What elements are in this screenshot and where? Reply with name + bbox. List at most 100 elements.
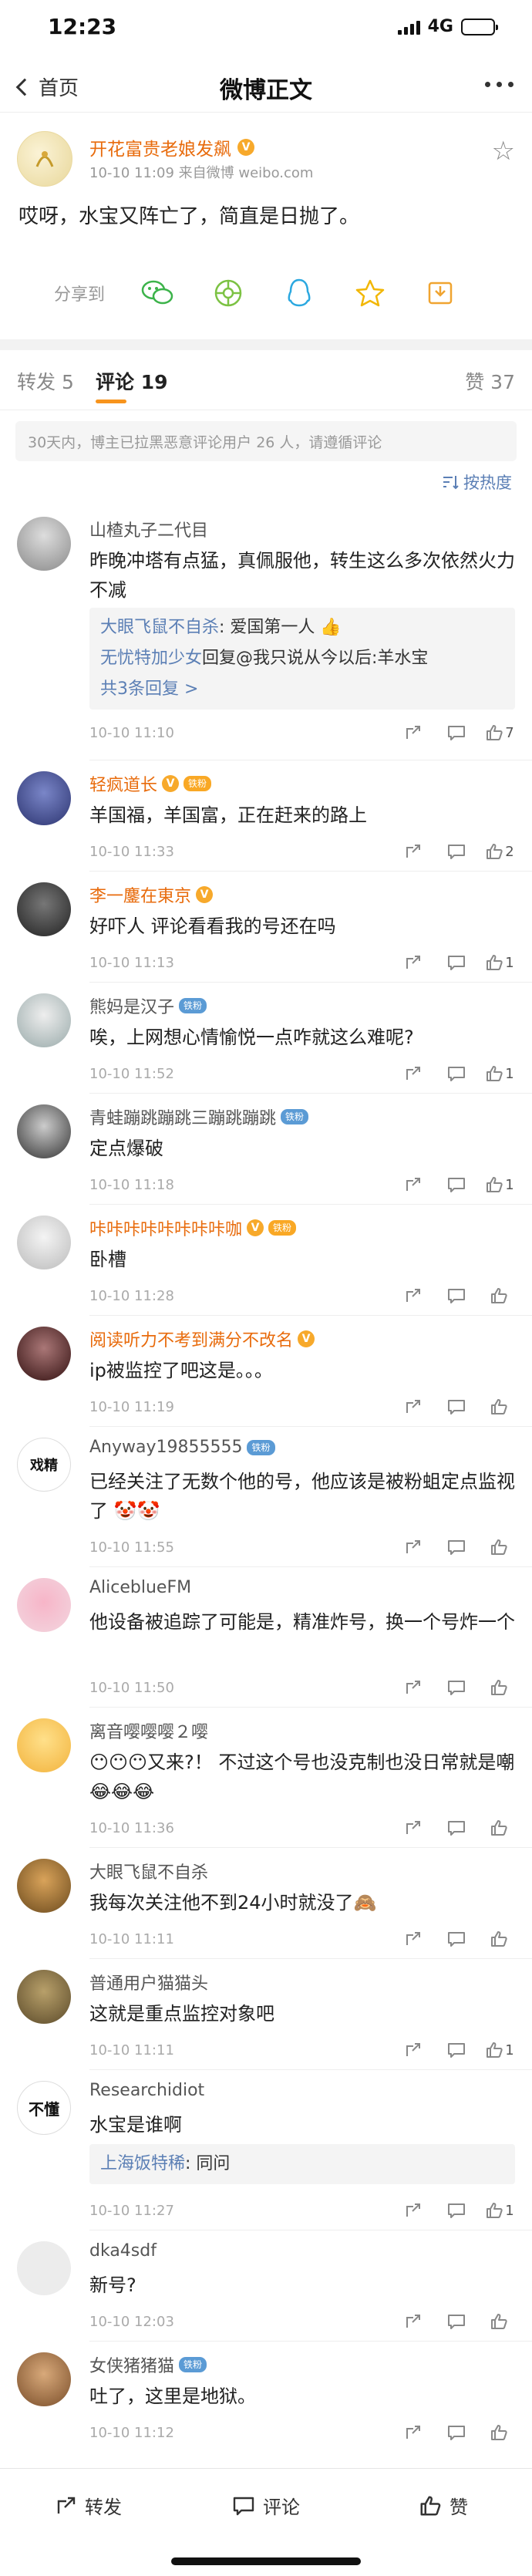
comment-time: 10-10 11:36 <box>89 1820 174 1836</box>
like-button[interactable] <box>478 1282 521 1310</box>
comment-author[interactable]: 轻疯道长 V 铁粉 <box>89 771 212 796</box>
like-button[interactable]: 赞 <box>355 2469 532 2542</box>
share-icon[interactable] <box>392 1393 435 1421</box>
comment-icon[interactable] <box>435 1060 478 1087</box>
share-icon[interactable] <box>392 719 435 747</box>
share-icon[interactable] <box>392 1814 435 1842</box>
qzone-icon[interactable] <box>352 275 389 312</box>
avatar[interactable]: 戏精 <box>17 1438 71 1492</box>
like-button[interactable]: 7 <box>478 719 521 747</box>
wechat-icon[interactable] <box>139 275 176 312</box>
avatar[interactable] <box>17 1216 71 1269</box>
avatar[interactable] <box>17 993 71 1047</box>
avatar[interactable] <box>17 1578 71 1632</box>
comment-author[interactable]: Anyway19855555 铁粉 <box>89 1438 275 1457</box>
comment-author[interactable]: 青蛙蹦跳蹦跳三蹦跳蹦跳 铁粉 <box>89 1104 309 1129</box>
repost-button[interactable]: 转发 <box>0 2469 177 2542</box>
like-button[interactable] <box>478 1393 521 1421</box>
avatar[interactable] <box>17 517 71 571</box>
avatar[interactable] <box>17 1859 71 1913</box>
comment-icon[interactable] <box>435 1814 478 1842</box>
more-icon[interactable] <box>485 82 513 87</box>
comment-icon[interactable] <box>435 1171 478 1199</box>
like-button[interactable] <box>478 2419 521 2446</box>
comment-author[interactable]: 李一鏖在東京 V <box>89 882 214 907</box>
share-icon[interactable] <box>392 2036 435 2064</box>
avatar[interactable]: 不懂 <box>17 2081 71 2135</box>
sort-button[interactable]: 按热度 <box>442 470 512 494</box>
tab-comment[interactable]: 评论 19 <box>96 367 168 395</box>
avatar[interactable] <box>17 1327 71 1381</box>
comment-author[interactable]: 咔咔咔咔咔咔咔咔咖 V 铁粉 <box>89 1216 297 1240</box>
share-icon[interactable] <box>392 1060 435 1087</box>
like-button[interactable] <box>478 1925 521 1953</box>
avatar[interactable] <box>17 1718 71 1772</box>
comment-icon[interactable] <box>435 949 478 976</box>
comment-author[interactable]: 女侠猪猪猫 铁粉 <box>89 2352 207 2377</box>
avatar[interactable] <box>17 1104 71 1158</box>
share-icon[interactable] <box>392 2308 435 2335</box>
share-icon[interactable] <box>392 1533 435 1561</box>
avatar[interactable] <box>17 771 71 825</box>
comment-icon[interactable] <box>435 2197 478 2224</box>
comment-author[interactable]: 大眼飞鼠不自杀 <box>89 1859 208 1883</box>
share-icon[interactable] <box>392 1674 435 1701</box>
avatar[interactable] <box>17 2241 71 2295</box>
avatar[interactable] <box>17 131 72 187</box>
comment-icon[interactable] <box>435 719 478 747</box>
share-icon[interactable] <box>392 1925 435 1953</box>
comment-author[interactable]: 普通用户猫猫头 <box>89 1970 208 1994</box>
like-button[interactable]: 1 <box>478 1060 521 1087</box>
comment-icon[interactable] <box>435 2419 478 2446</box>
like-button[interactable] <box>478 1814 521 1842</box>
reply-box[interactable]: 上海饭特稀: 同问 <box>89 2144 515 2184</box>
reply-box[interactable]: 大眼飞鼠不自杀: 爱国第一人 👍 无忧特加少女回复@我只说从今以后:羊水宝 共3… <box>89 608 515 710</box>
moments-icon[interactable] <box>210 275 247 312</box>
tab-like[interactable]: 赞 37 <box>465 367 515 395</box>
comment-icon[interactable] <box>435 2308 478 2335</box>
like-button[interactable]: 1 <box>478 2036 521 2064</box>
comment-author[interactable]: 阅读听力不考到满分不改名 V <box>89 1327 315 1351</box>
like-button[interactable] <box>478 1533 521 1561</box>
comment-icon[interactable] <box>435 1674 478 1701</box>
comment-author[interactable]: AliceblueFM <box>89 1578 191 1597</box>
comment-author[interactable]: 山楂丸子二代目 <box>89 517 208 541</box>
comment-icon[interactable] <box>435 1393 478 1421</box>
more-replies-link[interactable]: 共3条回复 > <box>100 674 504 705</box>
comment-time: 10-10 11:55 <box>89 1539 174 1556</box>
like-button[interactable]: 1 <box>478 949 521 976</box>
home-indicator[interactable] <box>171 2557 361 2565</box>
comment-icon[interactable] <box>435 1533 478 1561</box>
avatar[interactable] <box>17 882 71 936</box>
qq-icon[interactable] <box>281 275 318 312</box>
comment-button[interactable]: 评论 <box>177 2469 355 2542</box>
like-button[interactable]: 1 <box>478 2197 521 2224</box>
tab-repost[interactable]: 转发 5 <box>17 367 74 395</box>
reply-author[interactable]: 无忧特加少女 <box>100 649 202 668</box>
share-icon[interactable] <box>392 2419 435 2446</box>
reply-author[interactable]: 上海饭特稀 <box>100 2154 185 2173</box>
like-button[interactable] <box>478 2308 521 2335</box>
favorite-star-icon[interactable]: ☆ <box>492 136 515 167</box>
share-icon[interactable] <box>392 949 435 976</box>
share-icon[interactable] <box>392 2197 435 2224</box>
comment-icon[interactable] <box>435 1925 478 1953</box>
comment-author[interactable]: 熊妈是汉子 铁粉 <box>89 993 207 1018</box>
comment-author[interactable]: 离音嘤嘤嘤２嘤 <box>89 1718 208 1743</box>
like-button[interactable] <box>478 1674 521 1701</box>
comment-icon[interactable] <box>435 1282 478 1310</box>
avatar[interactable] <box>17 2352 71 2406</box>
share-icon[interactable] <box>392 838 435 865</box>
like-button[interactable]: 2 <box>478 838 521 865</box>
comment-icon[interactable] <box>435 2036 478 2064</box>
like-button[interactable]: 1 <box>478 1171 521 1199</box>
reply-author[interactable]: 大眼飞鼠不自杀 <box>100 618 219 637</box>
comment-icon[interactable] <box>435 838 478 865</box>
post-author[interactable]: 开花富贵老娘发飙 V <box>89 134 254 160</box>
save-image-icon[interactable] <box>423 275 460 312</box>
share-icon[interactable] <box>392 1171 435 1199</box>
comment-author[interactable]: Researchidiot <box>89 2081 204 2100</box>
comment-author[interactable]: dka4sdf <box>89 2241 157 2261</box>
share-icon[interactable] <box>392 1282 435 1310</box>
avatar[interactable] <box>17 1970 71 2024</box>
